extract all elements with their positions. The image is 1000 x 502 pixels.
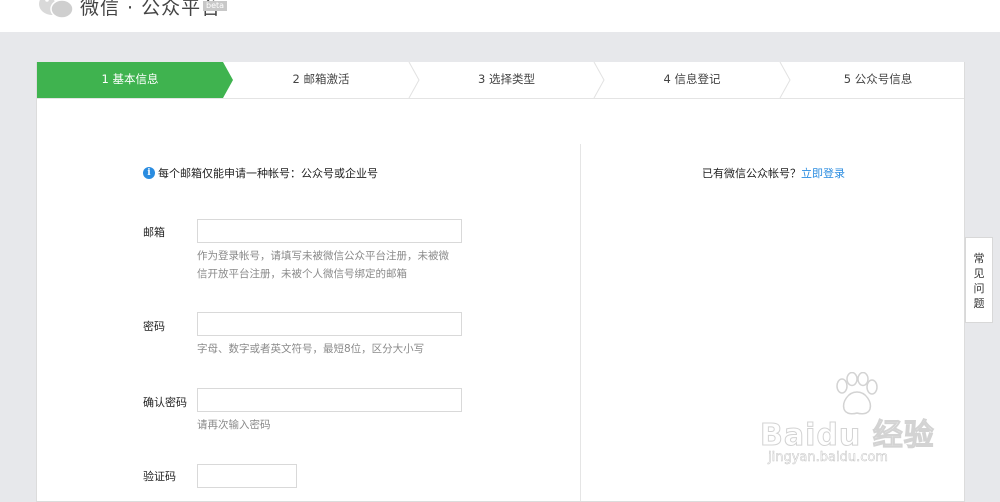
faq-char: 常 — [973, 252, 985, 265]
app-title[interactable]: 微信 · 公众平台 — [80, 0, 221, 20]
email-input[interactable] — [197, 219, 462, 243]
login-prompt-text: 已有微信公众帐号？ — [702, 167, 801, 180]
confirm-password-hint: 请再次输入密码 — [197, 419, 271, 431]
step-select-type[interactable]: 3 选择类型 — [419, 62, 594, 97]
faq-char: 问 — [973, 282, 985, 295]
wechat-logo-icon[interactable] — [38, 0, 74, 18]
password-hint: 字母、数字或者英文符号，最短8位，区分大小写 — [197, 343, 425, 355]
step-basic-info[interactable]: 1 基本信息 — [37, 62, 223, 97]
step-separator — [779, 62, 791, 98]
beta-badge: beta — [203, 1, 228, 11]
email-hint: 作为登录帐号，请填写未被微信公众平台注册，未被微信开放平台注册，未被个人微信号绑… — [197, 250, 449, 280]
faq-char: 见 — [973, 267, 985, 280]
step-separator — [408, 62, 420, 98]
info-icon: i — [143, 167, 155, 179]
baidu-jingyan-watermark: Baidu 经验 jingyan.baidu.com — [759, 372, 960, 467]
step-email-activation[interactable]: 2 邮箱激活 — [233, 62, 409, 97]
watermark-url: jingyan.baidu.com — [768, 450, 888, 466]
login-prompt: 已有微信公众帐号？立即登录 — [702, 165, 845, 181]
account-notice: i 每个邮箱仅能申请一种帐号：公众号或企业号 — [143, 165, 378, 181]
captcha-input[interactable] — [197, 464, 297, 488]
step-separator — [593, 62, 605, 98]
confirm-password-input[interactable] — [197, 388, 462, 412]
captcha-label: 验证码 — [143, 470, 176, 483]
step-account-info[interactable]: 5 公众号信息 — [790, 62, 964, 97]
password-label: 密码 — [143, 320, 165, 333]
watermark-brand: Baidu 经验 — [759, 418, 935, 454]
email-label: 邮箱 — [143, 226, 165, 239]
step-info-registration[interactable]: 4 信息登记 — [604, 62, 780, 97]
column-divider — [580, 144, 581, 501]
login-now-link[interactable]: 立即登录 — [801, 167, 845, 180]
notice-text: 每个邮箱仅能申请一种帐号：公众号或企业号 — [158, 167, 378, 180]
step-progress-bar: 1 基本信息 2 邮箱激活 3 选择类型 4 信息登记 5 公众号信息 — [37, 62, 964, 99]
confirm-password-label: 确认密码 — [143, 396, 187, 409]
top-bar: 微信 · 公众平台 beta — [0, 0, 1000, 32]
faq-tab[interactable]: 常 见 问 题 — [965, 237, 993, 323]
faq-char: 题 — [973, 297, 985, 310]
password-input[interactable] — [197, 312, 462, 336]
